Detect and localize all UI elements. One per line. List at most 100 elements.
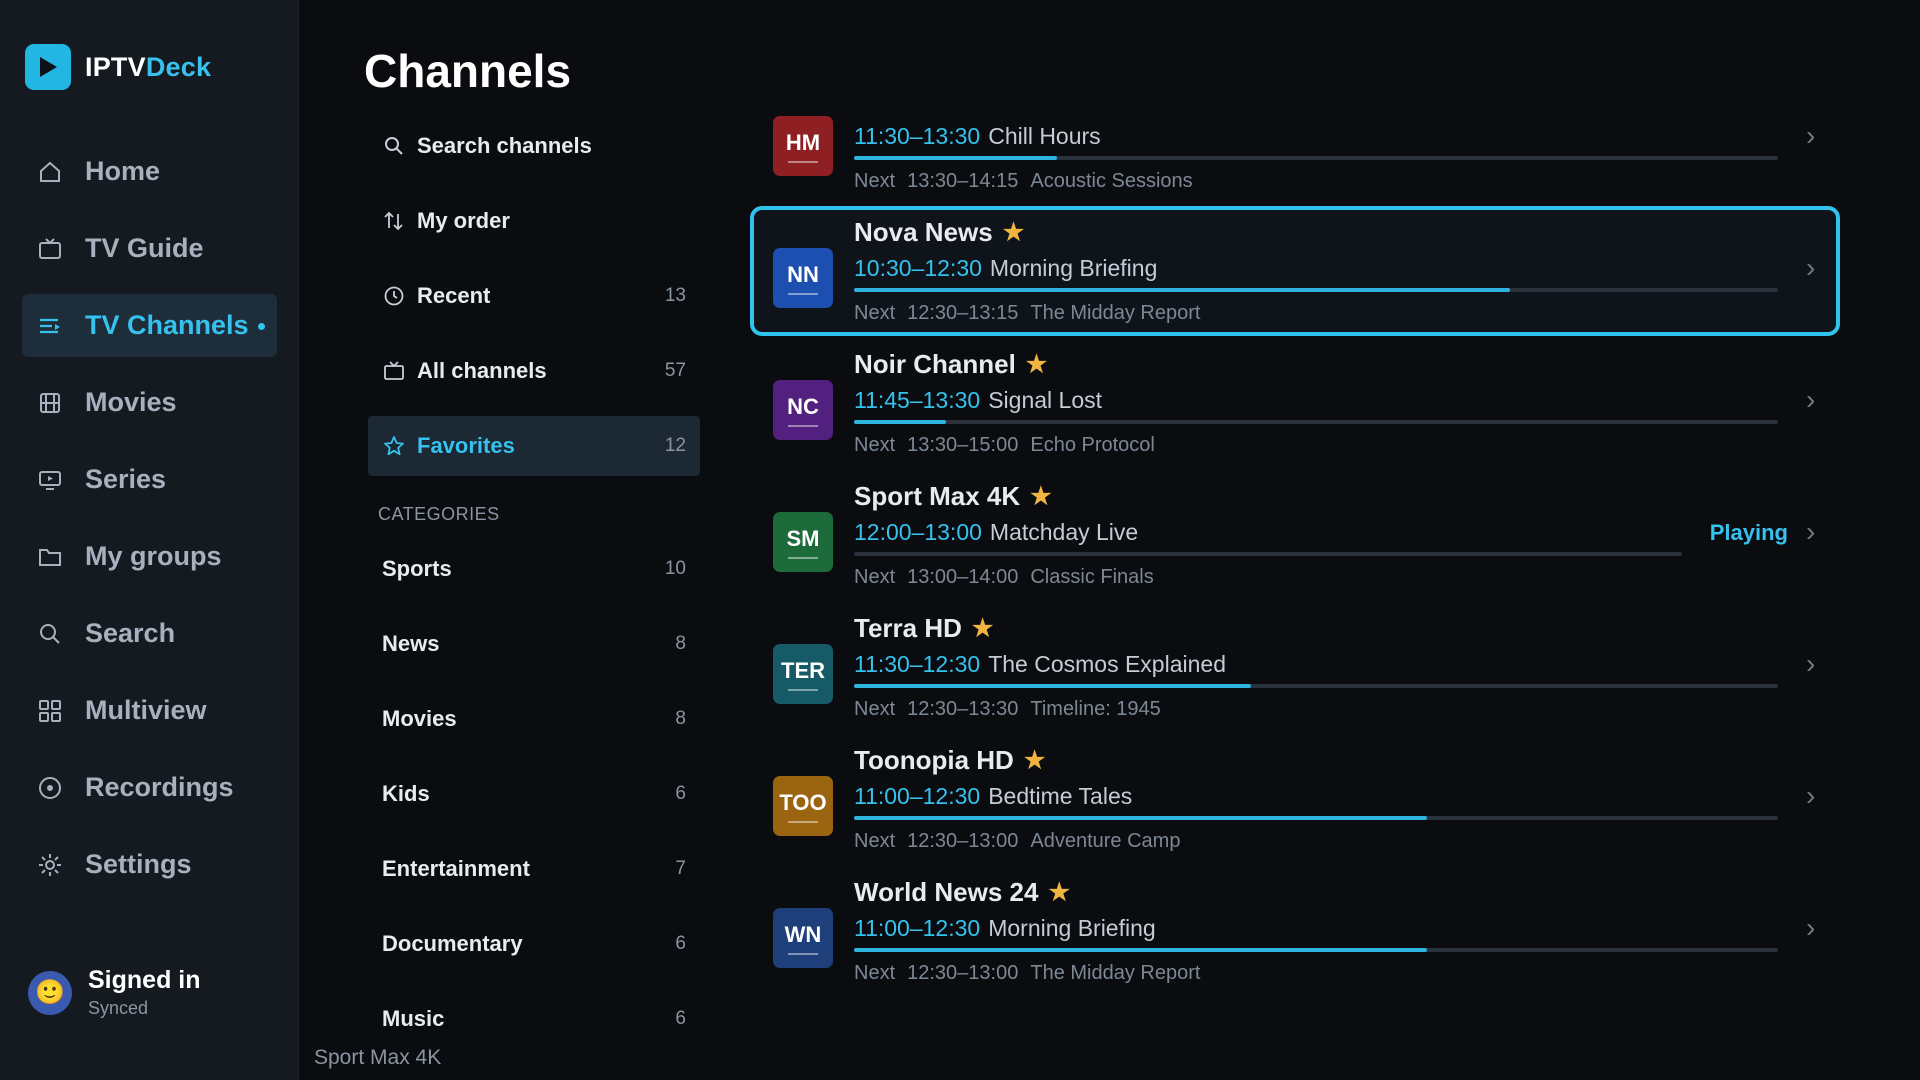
next-program-time: 12:30–13:15 [907, 302, 1019, 324]
channel-row[interactable]: NC Noir Channel ★ 11:45–13:30 Signal Lost Nex… [750, 338, 1840, 468]
next-label: Next [854, 302, 896, 324]
channel-name: Sport Max 4K ★ [854, 481, 1052, 512]
app-logo[interactable]: IPTVDeck [25, 44, 211, 90]
current-program-title: The Cosmos Explained [988, 651, 1226, 677]
nav-item-multiview[interactable]: Multiview [22, 679, 277, 742]
favorite-star-icon[interactable]: ★ [972, 614, 994, 643]
tv-icon [383, 360, 405, 382]
category-count: 7 [675, 858, 686, 879]
filter-search-channels[interactable]: Search channels [368, 116, 700, 176]
current-program: 11:30–13:30 Chill Hours [854, 123, 1101, 150]
favorite-star-icon[interactable]: ★ [1048, 878, 1070, 907]
channel-row[interactable]: TOO Toonopia HD ★ 11:00–12:30 Bedtime Tales N… [750, 734, 1840, 864]
next-program-title: The Midday Report [1030, 962, 1201, 984]
nav-item-my-groups[interactable]: My groups [22, 525, 277, 588]
channel-logo: HM [773, 116, 833, 176]
user-text: Signed in Synced [88, 966, 201, 1019]
current-program: 11:00–12:30 Bedtime Tales [854, 783, 1132, 810]
channel-row[interactable]: SM Sport Max 4K ★ 12:00–13:00 Matchday Live N… [750, 470, 1840, 600]
nav-item-label: My groups [85, 541, 222, 571]
channel-name: Noir Channel ★ [854, 349, 1047, 380]
next-program: Next 12:30–13:00 Adventure Camp [854, 830, 1180, 853]
series-icon [37, 467, 63, 493]
chevron-right-icon: › [1806, 912, 1816, 943]
film-icon [37, 390, 63, 416]
favorite-star-icon[interactable]: ★ [1003, 218, 1025, 247]
next-label: Next [854, 170, 896, 192]
category-movies[interactable]: Movies 8 [368, 689, 700, 749]
filter-label: Search channels [417, 133, 592, 158]
filter-my-order[interactable]: My order [368, 191, 700, 251]
program-progress-fill [854, 156, 1057, 160]
channel-logo-mark [788, 952, 818, 955]
nav-item-label: Settings [85, 849, 192, 879]
category-documentary[interactable]: Documentary 6 [368, 914, 700, 974]
channel-logo-mark [788, 424, 818, 427]
program-progress [854, 552, 1682, 556]
favorite-star-icon[interactable]: ★ [1026, 350, 1048, 379]
favorite-star-icon[interactable]: ★ [1026, 110, 1048, 115]
app-name: IPTVDeck [85, 52, 211, 83]
nav-item-series[interactable]: Series [22, 448, 277, 511]
category-entertainment[interactable]: Entertainment 7 [368, 839, 700, 899]
nav-item-settings[interactable]: Settings [22, 833, 277, 896]
filter-favorites[interactable]: Favorites 12 [368, 416, 700, 476]
filter-label: Recent [417, 283, 491, 308]
category-news[interactable]: News 8 [368, 614, 700, 674]
program-progress-fill [854, 288, 1510, 292]
chevron-right-icon: › [1806, 252, 1816, 283]
category-count: 6 [675, 783, 686, 804]
channel-logo-abbr: HM [785, 129, 821, 155]
channel-row[interactable]: NN Nova News ★ 10:30–12:30 Morning Briefing N… [750, 206, 1840, 336]
next-label: Next [854, 566, 896, 588]
program-progress [854, 156, 1778, 160]
nav-item-search[interactable]: Search [22, 602, 277, 665]
channel-row[interactable]: WN World News 24 ★ 11:00–12:30 Morning Brief… [750, 866, 1840, 996]
channel-logo-mark [788, 820, 818, 823]
channel-name-text: Nova News [854, 217, 993, 247]
category-count: 6 [675, 1008, 686, 1029]
nav-item-movies[interactable]: Movies [22, 371, 277, 434]
current-program-title: Morning Briefing [989, 255, 1158, 281]
channel-logo: WN [773, 908, 833, 968]
user-profile[interactable]: 🙂 Signed in Synced [28, 966, 201, 1019]
next-program-time: 12:30–13:30 [907, 698, 1019, 720]
chevron-right-icon: › [1806, 516, 1816, 547]
channel-list[interactable]: HM Hitbox Music ★ 11:30–13:30 Chill Hours Nex… [750, 110, 1840, 1040]
next-program: Next 12:30–13:15 The Midday Report [854, 302, 1200, 325]
nav-item-recordings[interactable]: Recordings [22, 756, 277, 819]
category-sports[interactable]: Sports 10 [368, 539, 700, 599]
current-program-time: 11:30–12:30 [854, 651, 981, 677]
filter-all-channels[interactable]: All channels 57 [368, 341, 700, 401]
current-program: 10:30–12:30 Morning Briefing [854, 255, 1157, 282]
search-icon [37, 621, 63, 647]
category-count: 8 [675, 708, 686, 729]
current-program-time: 11:30–13:30 [854, 123, 981, 149]
folder-icon [37, 544, 63, 570]
now-playing-hint: Sport Max 4K [314, 1046, 442, 1069]
next-label: Next [854, 698, 896, 720]
filter-recent[interactable]: Recent 13 [368, 266, 700, 326]
sort-icon [383, 210, 405, 232]
channel-row[interactable]: TER Terra HD ★ 11:30–12:30 The Cosmos Explai… [750, 602, 1840, 732]
search-icon [383, 135, 405, 157]
program-progress [854, 816, 1778, 820]
nav-item-tv-guide[interactable]: TV Guide [22, 217, 277, 280]
channel-name-text: Toonopia HD [854, 745, 1014, 775]
filter-label: All channels [417, 358, 547, 383]
next-program: Next 13:30–15:00 Echo Protocol [854, 434, 1155, 457]
nav-item-tv-channels[interactable]: TV Channels [22, 294, 277, 357]
nav-item-label: Home [85, 156, 161, 186]
nav-item-label: TV Channels [85, 310, 249, 340]
favorite-star-icon[interactable]: ★ [1024, 746, 1046, 775]
category-music[interactable]: Music 6 [368, 989, 700, 1049]
favorite-star-icon[interactable]: ★ [1030, 482, 1052, 511]
filter-label: My order [417, 208, 510, 233]
channel-logo-abbr: NN [787, 261, 819, 287]
nav-item-home[interactable]: Home [22, 140, 277, 203]
channel-row[interactable]: HM Hitbox Music ★ 11:30–13:30 Chill Hours Nex… [750, 110, 1840, 204]
category-kids[interactable]: Kids 6 [368, 764, 700, 824]
current-program-title: Chill Hours [988, 123, 1101, 149]
program-progress-fill [854, 948, 1427, 952]
chevron-right-icon: › [1806, 120, 1816, 151]
